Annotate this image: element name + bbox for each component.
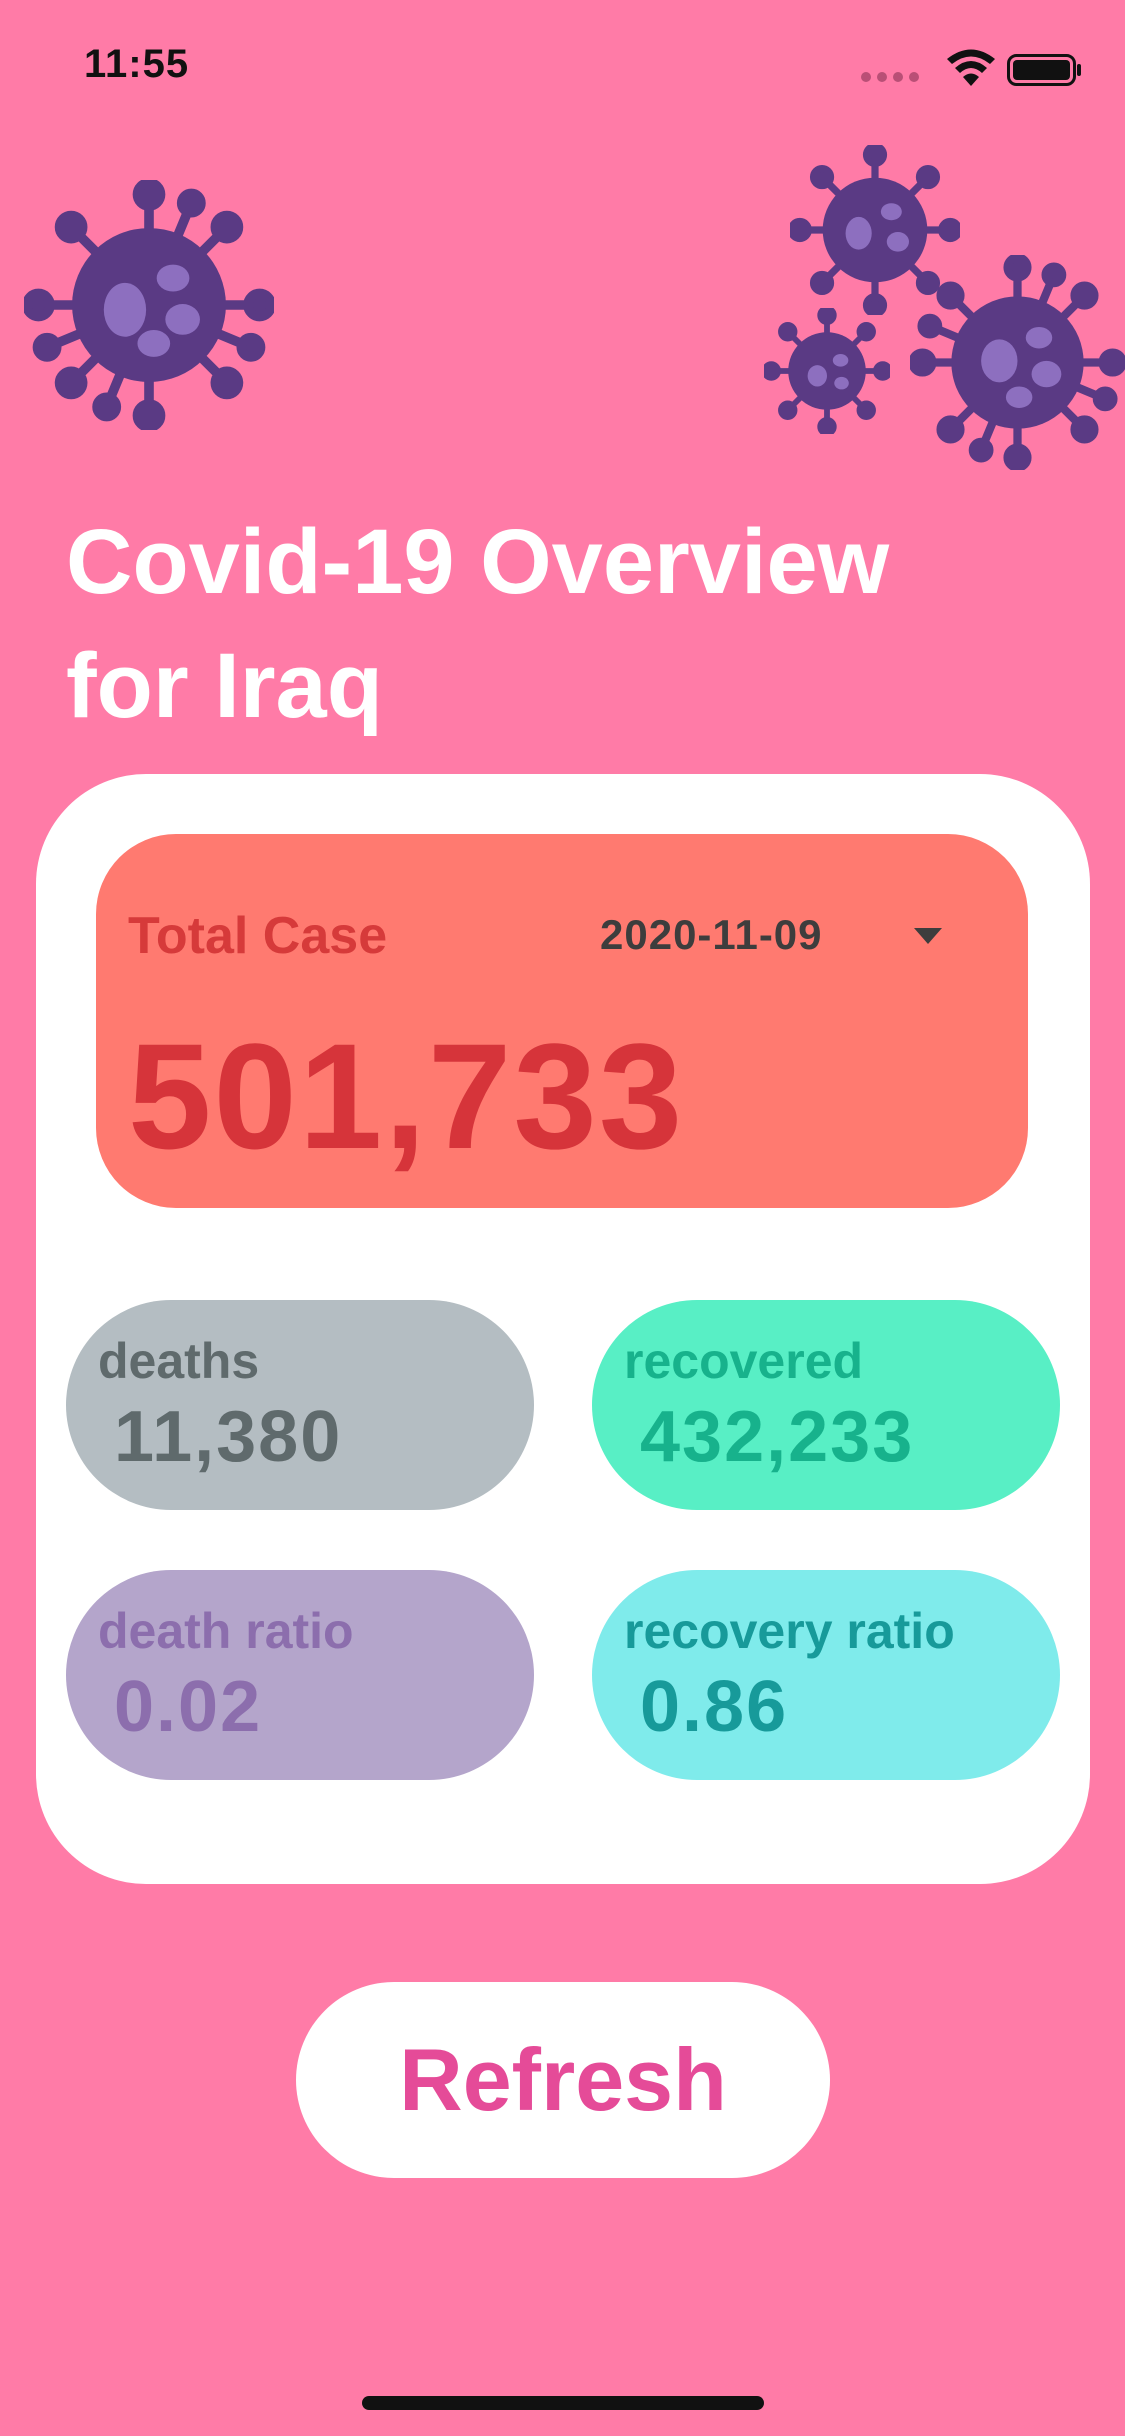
death-ratio-stat: death ratio 0.02 <box>66 1570 534 1780</box>
battery-icon <box>1007 54 1081 86</box>
refresh-button[interactable]: Refresh <box>296 1982 830 2178</box>
total-case-label: Total Case <box>128 907 388 965</box>
page-title: Covid-19 Overview for Iraq <box>66 500 1066 748</box>
recovered-stat: recovered 432,233 <box>592 1300 1060 1510</box>
deaths-label: deaths <box>98 1333 260 1389</box>
virus-icon <box>24 180 274 430</box>
recovered-value: 432,233 <box>640 1397 915 1477</box>
death-ratio-label: death ratio <box>98 1603 354 1659</box>
app-screen: 11:55 Covid-19 Overview for Iraq Total C… <box>0 0 1125 2436</box>
recovery-ratio-value: 0.86 <box>640 1667 789 1747</box>
home-indicator[interactable] <box>362 2396 764 2410</box>
status-indicators <box>861 48 1081 88</box>
recovery-ratio-stat: recovery ratio 0.86 <box>592 1570 1060 1780</box>
recovered-label: recovered <box>624 1333 864 1389</box>
recovery-ratio-label: recovery ratio <box>624 1603 955 1659</box>
deaths-value: 11,380 <box>114 1397 343 1477</box>
date-picker[interactable]: 2020-11-09 <box>600 900 960 970</box>
death-ratio-value: 0.02 <box>114 1667 263 1747</box>
title-line-1: Covid-19 Overview <box>66 511 890 613</box>
deaths-stat: deaths 11,380 <box>66 1300 534 1510</box>
signal-icon <box>861 72 921 84</box>
status-time: 11:55 <box>84 42 190 86</box>
wifi-icon <box>947 49 995 86</box>
dropdown-arrow-icon <box>914 928 942 944</box>
date-value: 2020-11-09 <box>600 911 823 958</box>
title-line-2: for Iraq <box>66 635 383 737</box>
total-case-value: 501,733 <box>128 1012 685 1180</box>
virus-icon <box>910 255 1125 470</box>
virus-icon <box>764 308 890 434</box>
